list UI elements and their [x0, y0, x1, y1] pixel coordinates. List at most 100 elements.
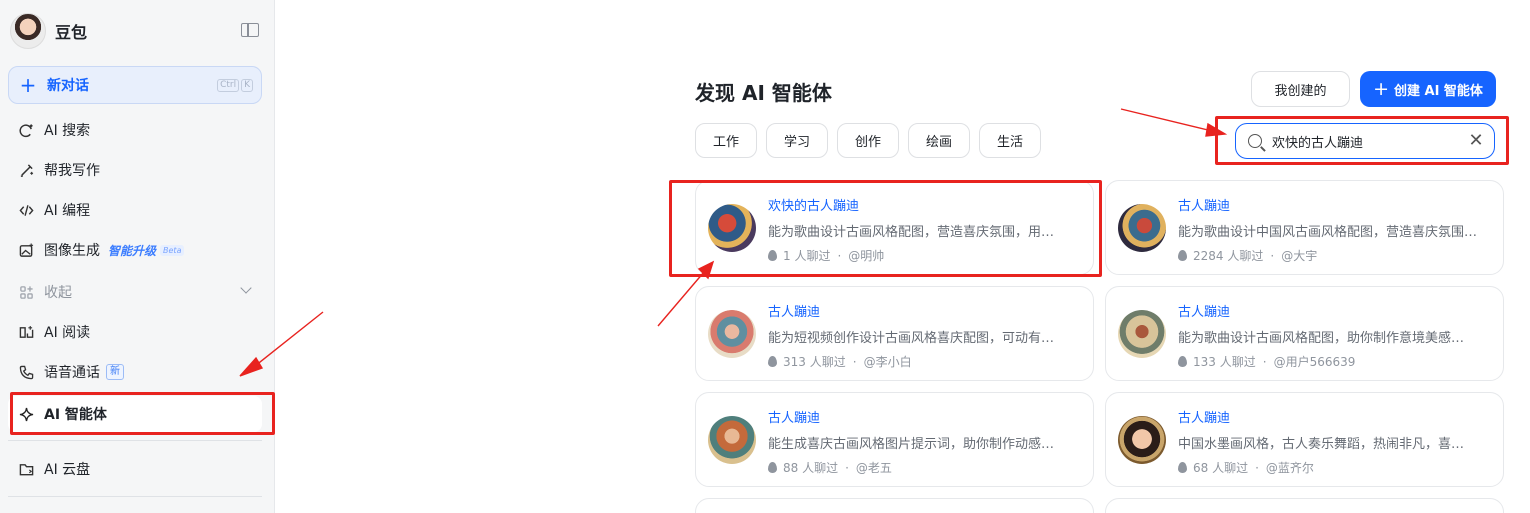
- arrow-line: [1120, 108, 1213, 132]
- agent-author: @大宇: [1281, 249, 1318, 263]
- sidebar-item-label: 帮我写作: [44, 163, 100, 179]
- create-agent-button[interactable]: + 创建 AI 智能体: [1360, 71, 1496, 107]
- shortcut-key: Ctrl: [217, 79, 240, 92]
- sidebar-item-label: AI 搜索: [44, 123, 91, 139]
- agent-avatar: [1118, 416, 1166, 464]
- new-badge: 新: [106, 364, 124, 380]
- tab-study[interactable]: 学习: [766, 123, 828, 158]
- agent-avatar: [1118, 310, 1166, 358]
- agent-name: 古人蹦迪: [1178, 199, 1231, 214]
- separator: ·: [1262, 354, 1267, 369]
- sidebar-divider: [8, 496, 262, 497]
- agent-author: @李小白: [863, 355, 912, 369]
- sidebar-item-coding[interactable]: AI 编程: [8, 192, 262, 228]
- sidebar-item-voice-call[interactable]: 语音通话 新: [8, 354, 262, 390]
- sidebar-item-label: 收起: [44, 285, 72, 301]
- page-title: 发现 AI 智能体: [695, 81, 832, 105]
- agent-card[interactable]: 古人蹦迪 能生成喜庆古画风格图片提示词，助你制作动感… 88 人聊过 · @老五: [695, 392, 1094, 487]
- new-chat-button[interactable]: + 新对话 Ctrl K: [8, 66, 262, 104]
- sidebar-item-image-gen[interactable]: 图像生成 智能升级 Beta: [8, 232, 262, 268]
- flame-icon: [1178, 250, 1187, 261]
- sidebar-item-reading[interactable]: AI 阅读: [8, 314, 262, 350]
- sidebar-item-label: AI 阅读: [44, 325, 91, 341]
- create-agent-label: 创建 AI 智能体: [1393, 83, 1483, 99]
- tab-creation[interactable]: 创作: [837, 123, 899, 158]
- agent-card[interactable]: [695, 498, 1094, 513]
- agent-avatar: [708, 416, 756, 464]
- agent-author: @老五: [855, 461, 892, 475]
- phone-icon: [18, 364, 34, 380]
- agent-author: @用户566639: [1273, 355, 1356, 369]
- chevron-down-icon: [240, 282, 252, 294]
- agent-avatar: [1118, 204, 1166, 252]
- folder-icon: [18, 461, 34, 477]
- ai-search-icon: [18, 122, 34, 138]
- image-icon: [18, 242, 34, 258]
- separator: ·: [852, 354, 857, 369]
- agent-name: 古人蹦迪: [768, 305, 821, 320]
- agent-meta: 133 人聊过 · @用户566639: [1178, 353, 1355, 370]
- sidebar-item-label: AI 云盘: [44, 462, 91, 478]
- sidebar-item-label: AI 编程: [44, 203, 91, 219]
- annotation-box-agents: [10, 392, 275, 435]
- avatar[interactable]: [10, 13, 46, 49]
- agent-card[interactable]: 古人蹦迪 能为短视频创作设计古画风格喜庆配图，可动有… 313 人聊过 · @李…: [695, 286, 1094, 381]
- brand: 豆包: [10, 12, 265, 50]
- annotation-box-first-card: [669, 180, 1102, 277]
- agent-meta: 68 人聊过 · @蓝齐尔: [1178, 459, 1314, 476]
- separator: ·: [1270, 248, 1275, 263]
- tab-work[interactable]: 工作: [695, 123, 757, 158]
- flame-icon: [1178, 356, 1187, 367]
- sidebar-item-label: 语音通话: [44, 365, 100, 381]
- flame-icon: [1178, 462, 1187, 473]
- flame-icon: [768, 356, 777, 367]
- agent-meta: 313 人聊过 · @李小白: [768, 353, 912, 370]
- plus-icon: +: [1373, 78, 1389, 100]
- agent-avatar: [708, 310, 756, 358]
- sidebar-item-ai-search[interactable]: AI 搜索: [8, 112, 262, 148]
- agent-author: @蓝齐尔: [1265, 461, 1314, 475]
- agent-meta: 88 人聊过 · @老五: [768, 459, 892, 476]
- my-created-button[interactable]: 我创建的: [1251, 71, 1350, 107]
- shortcut-key: K: [241, 79, 253, 92]
- agent-meta: 2284 人聊过 · @大宇: [1178, 247, 1317, 264]
- separator: ·: [845, 460, 849, 475]
- app-name: 豆包: [55, 23, 88, 42]
- chat-count: 313 人聊过: [783, 355, 846, 369]
- beta-badge: Beta: [160, 244, 185, 256]
- agent-description: 中国水墨画风格，古人奏乐舞蹈，热闹非凡，喜…: [1178, 437, 1465, 452]
- code-icon: [18, 202, 34, 218]
- new-chat-label: 新对话: [47, 78, 89, 94]
- sidebar-divider: [8, 440, 262, 441]
- sidebar-toggle-icon[interactable]: [241, 23, 259, 37]
- chat-count: 2284 人聊过: [1193, 249, 1264, 263]
- agent-card[interactable]: 古人蹦迪 中国水墨画风格，古人奏乐舞蹈，热闹非凡，喜… 68 人聊过 · @蓝齐…: [1105, 392, 1504, 487]
- agent-name: 古人蹦迪: [1178, 305, 1231, 320]
- chat-count: 68 人聊过: [1193, 461, 1249, 475]
- sidebar-item-collapse[interactable]: 收起: [8, 274, 262, 310]
- agent-card[interactable]: 古人蹦迪 能为歌曲设计古画风格配图，助你制作意境美感… 133 人聊过 · @用…: [1105, 286, 1504, 381]
- annotation-box-search: [1215, 116, 1509, 165]
- sidebar-item-label: 图像生成: [44, 243, 100, 259]
- chat-count: 88 人聊过: [783, 461, 839, 475]
- tab-painting[interactable]: 绘画: [908, 123, 970, 158]
- agent-name: 古人蹦迪: [768, 411, 821, 426]
- agent-description: 能为歌曲设计中国风古画风格配图，营造喜庆氛围，…: [1178, 225, 1488, 240]
- app-window: 豆包 + 新对话 Ctrl K AI 搜索 帮我写作 AI 编程 图像生成 智能…: [0, 0, 1530, 513]
- agent-description: 能为歌曲设计古画风格配图，助你制作意境美感…: [1178, 331, 1465, 346]
- sidebar-item-cloud-drive[interactable]: AI 云盘: [8, 451, 262, 487]
- chat-count: 133 人聊过: [1193, 355, 1256, 369]
- sidebar-item-writing[interactable]: 帮我写作: [8, 152, 262, 188]
- agent-description: 能为短视频创作设计古画风格喜庆配图，可动有…: [768, 331, 1055, 346]
- sidebar: 豆包 + 新对话 Ctrl K AI 搜索 帮我写作 AI 编程 图像生成 智能…: [0, 0, 275, 513]
- agent-card[interactable]: [1105, 498, 1504, 513]
- pen-icon: [18, 162, 34, 178]
- apps-icon: [18, 284, 34, 300]
- agent-description: 能生成喜庆古画风格图片提示词，助你制作动感…: [768, 437, 1055, 452]
- tab-life[interactable]: 生活: [979, 123, 1041, 158]
- shortcut-hint: Ctrl K: [217, 79, 253, 92]
- agent-card[interactable]: 古人蹦迪 能为歌曲设计中国风古画风格配图，营造喜庆氛围，… 2284 人聊过 ·…: [1105, 180, 1504, 275]
- upgrade-badge: 智能升级: [108, 243, 157, 258]
- separator: ·: [1255, 460, 1259, 475]
- book-icon: [18, 324, 34, 340]
